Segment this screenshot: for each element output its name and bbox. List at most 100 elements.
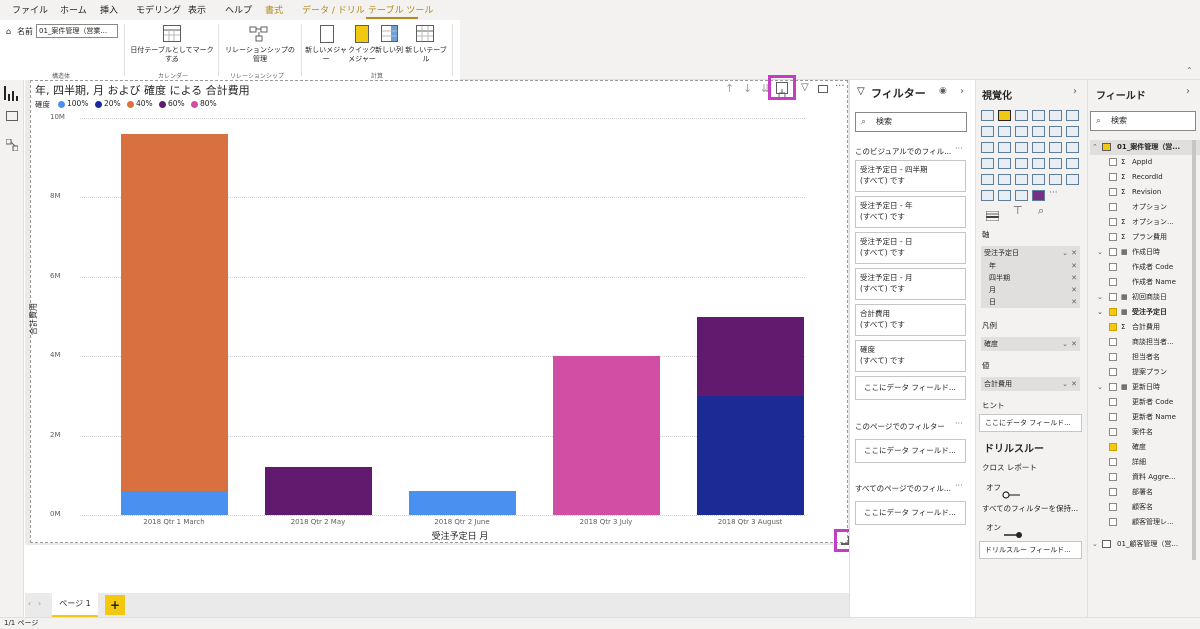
field-item[interactable]: 確度 [1090,440,1200,455]
donut-visual-icon[interactable] [1049,142,1062,153]
field-checkbox[interactable] [1109,473,1117,481]
gauge-visual-icon[interactable] [1015,158,1028,169]
kpi-visual-icon[interactable] [1066,158,1079,169]
report-view-icon[interactable] [4,86,20,101]
tab-modeling[interactable]: モデリング [136,4,181,18]
eye-icon[interactable]: ◉ [939,86,947,96]
fields-tab-icon[interactable] [985,206,1000,222]
focus-mode-icon[interactable] [818,85,828,93]
next-page-icon[interactable]: › [38,599,41,608]
field-checkbox[interactable] [1109,158,1117,166]
axis-field-pill[interactable]: 受注予定日 ⌄ ✕ [981,246,1080,260]
manage-relationships-button[interactable]: リレーションシップの管理 [222,46,298,64]
drill-up-icon[interactable]: ↑ [725,82,734,95]
filter-card[interactable]: 受注予定日 - 月 (すべて) です [855,268,966,300]
field-checkbox[interactable] [1109,503,1117,511]
slicer-visual-icon[interactable] [981,174,994,185]
clustered-bar-visual-icon[interactable] [1015,110,1028,121]
more-options-icon[interactable]: ··· [955,144,963,153]
remove-icon[interactable]: ✕ [1071,337,1077,351]
remove-icon[interactable]: ✕ [1071,246,1077,260]
field-checkbox[interactable] [1109,308,1117,316]
field-item[interactable]: 顧客名 [1090,500,1200,515]
remove-icon[interactable]: ✕ [1071,296,1077,308]
field-item[interactable]: 商談担当者... [1090,335,1200,350]
drill-down-icon[interactable]: ↓ [743,82,752,95]
bar-20%-4[interactable] [696,395,804,515]
table-visual-icon[interactable] [998,174,1011,185]
field-checkbox[interactable] [1109,518,1117,526]
field-checkbox[interactable] [1109,443,1117,451]
stacked-column-visual-icon[interactable] [998,110,1011,121]
field-checkbox[interactable] [1109,293,1117,301]
bar-100%-0[interactable] [120,491,228,515]
filters-search-input[interactable]: ⌕ 検索 [855,112,967,132]
collapse-filters-icon[interactable]: › [960,86,964,97]
quick-measure-button[interactable]: クイック メジャー [348,46,376,64]
matrix-visual-icon[interactable] [1015,174,1028,185]
field-checkbox[interactable] [1109,248,1117,256]
all-pages-filter-drop-zone[interactable]: ここにデータ フィールド... [855,501,966,525]
field-checkbox[interactable] [1109,413,1117,421]
r-visual-visual-icon[interactable] [1032,174,1045,185]
python-visual-visual-icon[interactable] [1049,174,1062,185]
chevron-down-icon[interactable]: ⌄ [1097,380,1103,395]
field-checkbox[interactable] [1109,353,1117,361]
data-view-icon[interactable] [6,111,18,121]
filter-card[interactable]: 受注予定日 - 年 (すべて) です [855,196,966,228]
page-tab-1[interactable]: ページ 1 [52,593,98,617]
collapse-viz-icon[interactable]: › [1073,86,1077,97]
remove-icon[interactable]: ✕ [1071,377,1077,391]
chevron-down-icon[interactable]: ⌄ [170,56,176,64]
chevron-up-icon[interactable]: ⌃ [1092,140,1098,155]
tab-table-tools[interactable]: テーブル ツール [368,4,433,18]
drillthrough-drop-zone[interactable]: ドリルスルー フィールド... [979,541,1082,559]
field-item[interactable]: Σ Revision [1090,185,1200,200]
prev-page-icon[interactable]: ‹ [28,599,31,608]
funnel-visual-icon[interactable] [998,142,1011,153]
decomposition-visual-icon[interactable] [981,190,994,201]
ribbon-visual-icon[interactable] [1066,126,1079,137]
field-item[interactable]: Σ AppId [1090,155,1200,170]
chevron-down-icon[interactable]: ⌄ [1062,337,1068,351]
field-checkbox[interactable] [1109,263,1117,271]
chevron-down-icon[interactable]: ⌄ [1097,305,1103,320]
map-visual-icon[interactable] [981,158,994,169]
shape-map-visual-icon[interactable] [1015,190,1028,201]
tab-help[interactable]: ヘルプ [225,4,252,18]
cross-report-toggle[interactable] [1002,484,1022,499]
field-item[interactable]: 部署名 [1090,485,1200,500]
pie-visual-icon[interactable] [1032,142,1045,153]
multirow-card-visual-icon[interactable] [1049,158,1062,169]
axis-level-1[interactable]: 四半期 ✕ [981,272,1080,284]
chevron-down-icon[interactable]: ⌄ [1097,290,1103,305]
field-item[interactable]: ⌄ ▦ 作成日時 [1090,245,1200,260]
field-item[interactable]: オプション [1090,200,1200,215]
field-item[interactable]: 作成者 Code [1090,260,1200,275]
clustered-column-visual-icon[interactable] [1032,110,1045,121]
field-item[interactable]: Σ オプション... [1090,215,1200,230]
treemap-visual-icon[interactable] [1066,142,1079,153]
field-item[interactable]: 更新者 Code [1090,395,1200,410]
field-item[interactable]: 更新者 Name [1090,410,1200,425]
field-checkbox[interactable] [1109,173,1117,181]
qa-visual-icon[interactable] [998,190,1011,201]
filter-card[interactable]: 受注予定日 - 日 (すべて) です [855,232,966,264]
stacked-area-visual-icon[interactable] [1015,126,1028,137]
table-node-case-management[interactable]: ⌃ 01_案件管理（営... [1090,140,1200,155]
fields-search-input[interactable]: ⌕ 検索 [1090,111,1196,131]
field-item[interactable]: Σ RecordId [1090,170,1200,185]
remove-icon[interactable]: ✕ [1071,272,1077,284]
area-visual-icon[interactable] [998,126,1011,137]
more-visuals-icon[interactable]: ··· [1049,188,1058,198]
tab-view[interactable]: 表示 [188,4,206,18]
more-options-icon[interactable]: ··· [955,481,963,490]
field-checkbox[interactable] [1109,323,1117,331]
scatter-visual-icon[interactable] [1015,142,1028,153]
field-item[interactable]: 顧客管理レ... [1090,515,1200,530]
filter-card[interactable]: 合計費用 (すべて) です [855,304,966,336]
remove-icon[interactable]: ✕ [1071,260,1077,272]
field-item[interactable]: 案件名 [1090,425,1200,440]
add-page-button[interactable]: + [105,595,125,615]
filter-card[interactable]: 確度 (すべて) です [855,340,966,372]
